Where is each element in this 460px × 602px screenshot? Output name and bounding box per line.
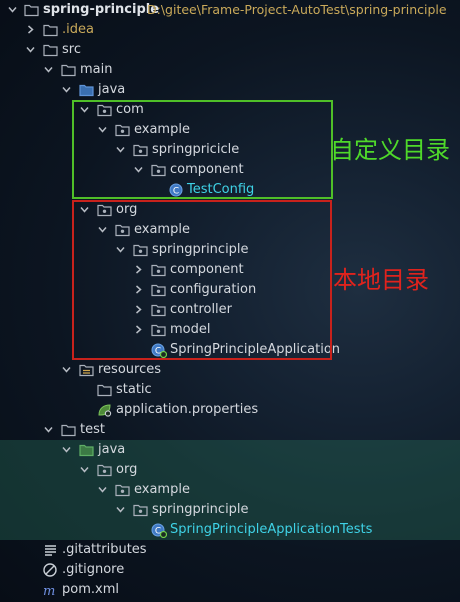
chevron-down-icon[interactable]: [62, 85, 71, 94]
chevron-down-icon[interactable]: [116, 505, 125, 514]
package-icon: [133, 503, 148, 517]
tree-label: example: [134, 482, 190, 497]
tree-label: java: [98, 82, 126, 97]
tree-label: pom.xml: [62, 582, 119, 597]
tree-label: springprinciple: [152, 502, 249, 517]
package-icon: [97, 463, 112, 477]
tree-label: java: [98, 442, 126, 457]
tree-label: static: [116, 382, 152, 397]
tree-label: .gitignore: [62, 562, 125, 577]
source-folder-icon: [79, 83, 94, 97]
folder-icon: [43, 23, 58, 37]
ignore-file-icon: [43, 563, 58, 577]
svg-text:m: m: [43, 584, 55, 597]
custom-directory-highlight-box: [72, 100, 333, 199]
spring-boot-test-class-icon: C: [151, 523, 167, 538]
chevron-down-icon[interactable]: [80, 465, 89, 474]
tree-label: main: [80, 62, 113, 77]
tree-label: .gitattributes: [62, 542, 147, 557]
folder-icon: [43, 43, 58, 57]
tree-label: org: [116, 462, 138, 477]
chevron-down-icon[interactable]: [26, 45, 35, 54]
folder-icon: [61, 63, 76, 77]
tree-label: SpringPrincipleApplicationTests: [170, 522, 373, 537]
tree-label: .idea: [62, 22, 94, 37]
local-directory-annotation: 本地目录: [333, 266, 429, 294]
project-name: spring-principle: [43, 2, 160, 17]
custom-directory-annotation: 自定义目录: [330, 136, 450, 164]
chevron-down-icon[interactable]: [98, 485, 107, 494]
tree-label: application.properties: [116, 402, 259, 417]
project-path: D:\gitee\Frame-Project-AutoTest\spring-p…: [147, 2, 447, 17]
chevron-down-icon[interactable]: [44, 65, 53, 74]
test-source-folder-icon: [79, 443, 94, 457]
chevron-right-icon[interactable]: [26, 25, 35, 34]
text-file-icon: [43, 543, 58, 557]
tree-label: test: [80, 422, 105, 437]
folder-icon: [61, 423, 76, 437]
chevron-down-icon[interactable]: [62, 365, 71, 374]
tree-label: resources: [98, 362, 162, 377]
package-icon: [115, 483, 130, 497]
tree-label: src: [62, 42, 81, 57]
folder-icon: [24, 3, 39, 17]
resources-folder-icon: [79, 363, 94, 377]
chevron-down-icon[interactable]: [44, 425, 53, 434]
maven-icon: m: [43, 583, 58, 597]
chevron-down-icon[interactable]: [8, 5, 17, 14]
local-directory-highlight-box: [72, 200, 332, 360]
chevron-down-icon[interactable]: [62, 445, 71, 454]
spring-properties-icon: [97, 403, 112, 417]
folder-icon: [97, 383, 112, 397]
